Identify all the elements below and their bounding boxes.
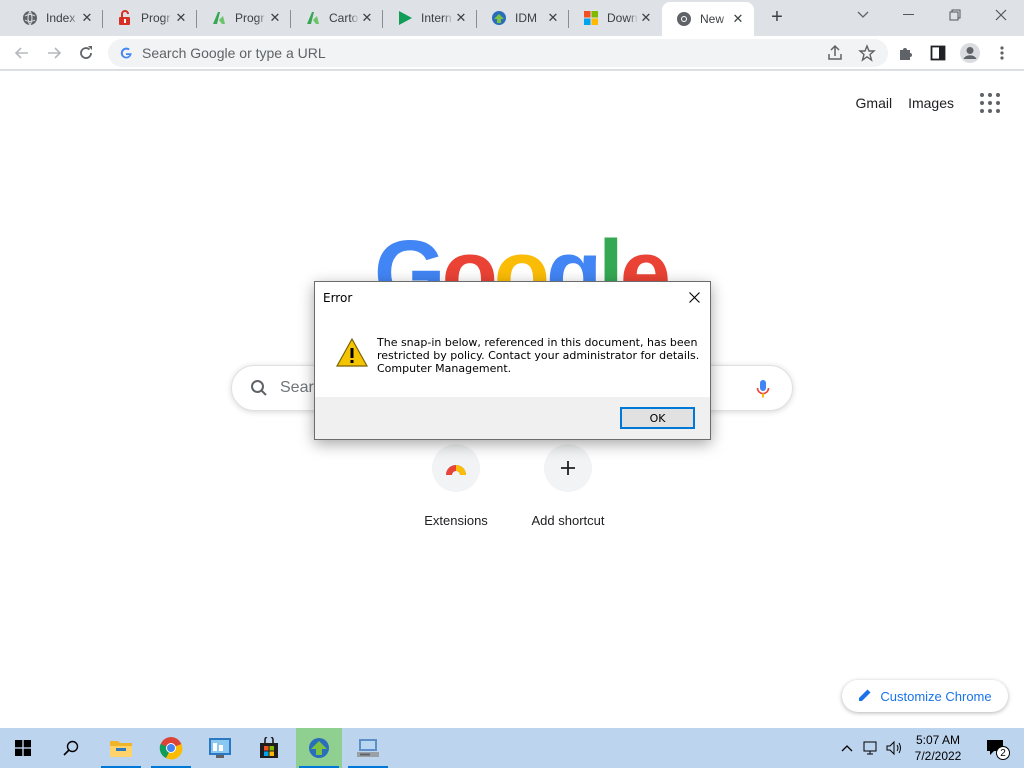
tab-title: Progr: [235, 11, 265, 25]
chrome-menu-icon[interactable]: [990, 41, 1014, 65]
tab-close-icon[interactable]: ✕: [545, 10, 561, 26]
tab-progr-1[interactable]: Progr ✕: [103, 2, 197, 34]
microphone-icon[interactable]: [756, 379, 770, 404]
clock-time: 5:07 AM: [915, 733, 961, 747]
share-icon[interactable]: [826, 44, 844, 67]
green-logo-icon: [305, 10, 321, 26]
profile-avatar-icon[interactable]: [958, 41, 982, 65]
dialog-message-line: The snap-in below, referenced in this do…: [377, 336, 698, 349]
search-icon: [250, 379, 268, 397]
globe-icon: [22, 10, 38, 26]
tab-title: Index: [46, 11, 76, 25]
notification-badge: 2: [996, 746, 1010, 760]
notification-center-icon[interactable]: 2: [978, 728, 1014, 768]
tab-intern[interactable]: Intern ✕: [383, 2, 477, 34]
restore-icon[interactable]: [932, 2, 978, 28]
control-panel-icon[interactable]: [197, 728, 243, 768]
gmail-link[interactable]: Gmail: [856, 95, 893, 111]
chevron-up-icon[interactable]: [838, 728, 856, 768]
tab-title: Carto: [329, 11, 359, 25]
tab-index[interactable]: Index ✕: [8, 2, 103, 34]
google-g-icon: [118, 45, 134, 61]
error-dialog: Error The snap-in below, referenced in t…: [314, 281, 711, 440]
windows-taskbar: 5:07 AM 7/2/2022 2: [0, 728, 1024, 768]
tab-progr-2[interactable]: Progr ✕: [197, 2, 291, 34]
shortcut-add[interactable]: Add shortcut: [512, 444, 624, 534]
tab-down[interactable]: Down ✕: [569, 2, 662, 34]
clock-date: 7/2/2022: [914, 749, 962, 763]
shortcut-extensions[interactable]: Extensions: [400, 444, 512, 534]
green-logo-icon: [211, 10, 227, 26]
omnibox-placeholder: Search Google or type a URL: [142, 45, 326, 61]
forward-arrow-icon[interactable]: [42, 41, 66, 65]
tab-close-icon[interactable]: ✕: [267, 10, 283, 26]
tab-carto[interactable]: Carto ✕: [291, 2, 383, 34]
browser-frame: Index ✕ Progr ✕ Progr ✕ Carto ✕ Intern ✕…: [0, 0, 1024, 72]
add-shortcut-plus-icon: [544, 444, 592, 492]
pencil-icon: [858, 688, 872, 705]
bookmark-star-icon[interactable]: [858, 44, 876, 67]
tab-title: New: [700, 12, 725, 26]
tab-close-icon[interactable]: ✕: [638, 10, 654, 26]
system-clock[interactable]: 5:07 AM 7/2/2022: [908, 732, 968, 764]
computer-management-icon[interactable]: [345, 728, 391, 768]
chrome-taskbar-icon[interactable]: [148, 728, 194, 768]
file-explorer-icon[interactable]: [98, 728, 144, 768]
top-links: Gmail Images: [856, 95, 954, 111]
shortcut-label: Extensions: [424, 513, 488, 528]
tab-idm[interactable]: IDM ✕: [477, 2, 569, 34]
warning-icon: [335, 337, 369, 368]
reload-icon[interactable]: [74, 41, 98, 65]
volume-icon[interactable]: [884, 728, 906, 768]
side-panel-icon[interactable]: [926, 41, 950, 65]
tab-title: IDM: [515, 11, 537, 25]
search-icon[interactable]: [48, 728, 94, 768]
tab-search-chevron-icon[interactable]: [840, 2, 886, 28]
play-icon: [397, 10, 413, 26]
idm-taskbar-icon[interactable]: [296, 728, 342, 768]
minimize-icon[interactable]: [886, 2, 932, 28]
tab-close-icon[interactable]: ✕: [359, 10, 375, 26]
search-placeholder: Sear: [280, 379, 314, 396]
microsoft-icon: [583, 10, 599, 26]
tab-title: Progr: [141, 11, 171, 25]
network-icon[interactable]: [860, 728, 882, 768]
windows-start-icon[interactable]: [0, 728, 46, 768]
window-close-icon[interactable]: [978, 2, 1024, 28]
shortcut-label: Add shortcut: [531, 513, 605, 528]
tab-strip: Index ✕ Progr ✕ Progr ✕ Carto ✕ Intern ✕…: [0, 0, 1024, 36]
dialog-title: Error: [323, 291, 353, 305]
google-apps-grid-icon[interactable]: [980, 93, 1000, 113]
dialog-message-line: restricted by policy. Contact your admin…: [377, 349, 700, 362]
dialog-message-line: Computer Management.: [377, 362, 512, 375]
customize-chrome-button[interactable]: Customize Chrome: [842, 680, 1008, 712]
lock-icon: [117, 10, 133, 26]
tab-new-tab-active[interactable]: New ✕: [662, 2, 754, 36]
idm-globe-icon: [491, 10, 507, 26]
browser-toolbar: Search Google or type a URL: [0, 36, 1024, 70]
tab-title: Down: [607, 11, 638, 25]
images-link[interactable]: Images: [908, 95, 954, 111]
tab-close-icon[interactable]: ✕: [79, 10, 95, 26]
chrome-icon: [676, 11, 692, 27]
extensions-puzzle-icon[interactable]: [894, 41, 918, 65]
dialog-message: The snap-in below, referenced in this do…: [377, 336, 700, 375]
tab-close-icon[interactable]: ✕: [730, 11, 746, 27]
microsoft-store-icon[interactable]: [246, 728, 292, 768]
new-tab-plus-icon[interactable]: +: [766, 6, 788, 28]
shortcut-icon-circle: [432, 444, 480, 492]
back-arrow-icon[interactable]: [10, 41, 34, 65]
customize-label: Customize Chrome: [880, 688, 992, 704]
tab-title: Intern: [421, 11, 452, 25]
dialog-close-icon[interactable]: [682, 286, 706, 308]
omnibox[interactable]: Search Google or type a URL: [108, 39, 888, 67]
dialog-footer: OK: [315, 397, 710, 439]
tab-close-icon[interactable]: ✕: [173, 10, 189, 26]
tab-close-icon[interactable]: ✕: [453, 10, 469, 26]
ok-button[interactable]: OK: [620, 407, 695, 429]
